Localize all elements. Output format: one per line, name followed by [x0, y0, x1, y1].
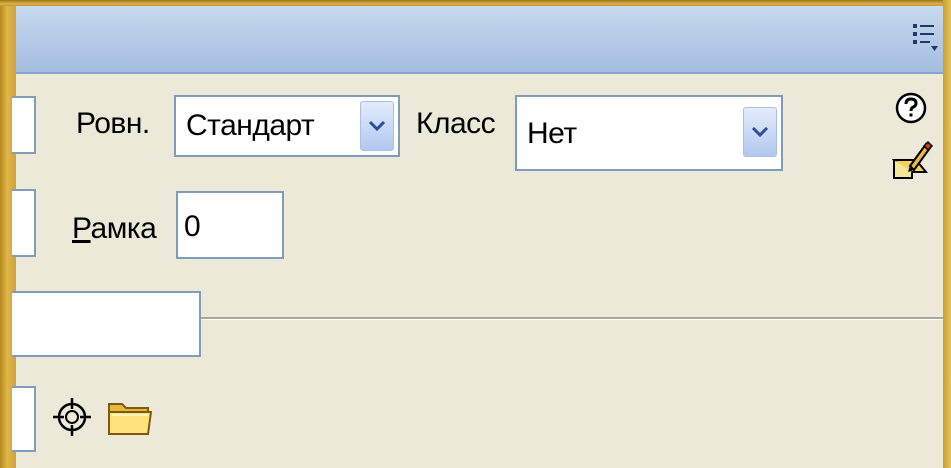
align-dropdown-button[interactable] [360, 101, 394, 151]
src-field[interactable] [12, 386, 36, 452]
panel-title-bar [16, 6, 943, 74]
width-field[interactable] [12, 96, 36, 154]
align-select-value: Стандарт [186, 109, 315, 142]
border-field-value: 0 [184, 210, 201, 243]
border-field[interactable]: 0 [176, 191, 284, 259]
border-label-accelerator: Р [72, 212, 91, 245]
link-field[interactable] [12, 291, 201, 357]
align-select[interactable]: Стандарт [174, 95, 400, 157]
edit-icon[interactable] [890, 138, 934, 187]
class-select-value: Нет [527, 117, 577, 150]
options-menu-icon[interactable] [911, 20, 939, 54]
point-to-file-icon[interactable] [52, 395, 92, 444]
border-label-text: амка [90, 212, 157, 245]
slide-frame-right [943, 0, 951, 468]
property-inspector-panel: Ровн. Стандарт Класс Нет Рамка 0 [12, 6, 943, 468]
class-label: Класс [416, 107, 496, 140]
section-divider [201, 317, 943, 320]
class-select[interactable]: Нет [515, 95, 783, 171]
border-label: Рамка [72, 212, 157, 246]
help-icon[interactable] [894, 90, 928, 131]
chevron-down-icon [751, 126, 769, 138]
align-label: Ровн. [76, 107, 150, 140]
class-dropdown-button[interactable] [743, 107, 777, 157]
height-field[interactable] [12, 189, 36, 257]
folder-icon[interactable] [106, 394, 154, 445]
chevron-down-icon [368, 120, 386, 132]
